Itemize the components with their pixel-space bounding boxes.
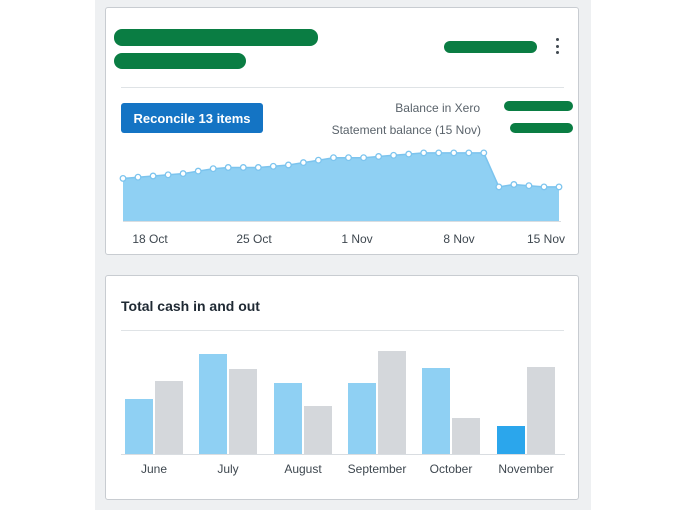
balance-point[interactable]	[254, 164, 262, 171]
bar-cash-in[interactable]	[274, 383, 302, 454]
x-tick-label: 25 Oct	[236, 232, 272, 246]
bar-cash-out[interactable]	[527, 367, 555, 454]
balance-point[interactable]	[465, 149, 473, 157]
bar-cash-out[interactable]	[229, 369, 257, 454]
balance-point[interactable]	[405, 150, 413, 158]
x-tick-label: 8 Nov	[443, 232, 474, 246]
bank-account-card: Reconcile 13 items Balance in Xero State…	[105, 7, 579, 255]
balance-point[interactable]	[525, 182, 533, 190]
balance-area-chart: 18 Oct 25 Oct 1 Nov 8 Nov 15 Nov	[119, 149, 565, 246]
balance-point[interactable]	[495, 183, 503, 191]
balance-point[interactable]	[330, 154, 337, 162]
bar-cash-out[interactable]	[378, 351, 406, 454]
balance-area	[123, 152, 559, 221]
balance-point[interactable]	[540, 183, 548, 191]
balance-point[interactable]	[149, 172, 157, 180]
bar-cash-in[interactable]	[497, 426, 525, 454]
balance-point[interactable]	[435, 149, 443, 157]
cash-in-out-card: Total cash in and out June July August Sept…	[105, 275, 579, 500]
balance-point[interactable]	[269, 162, 277, 170]
balance-point[interactable]	[375, 153, 383, 160]
month-label: August	[284, 462, 322, 476]
balance-point[interactable]	[239, 164, 247, 171]
x-tick-label: 18 Oct	[132, 232, 168, 246]
month-label: September	[348, 462, 407, 476]
bar-cash-out[interactable]	[452, 418, 480, 454]
balance-point[interactable]	[314, 156, 322, 164]
balance-point[interactable]	[224, 164, 232, 171]
bar-cash-in[interactable]	[348, 383, 376, 454]
bar-cash-in[interactable]	[125, 399, 153, 454]
balance-point[interactable]	[134, 173, 142, 181]
bar-cash-in[interactable]	[422, 368, 450, 454]
month-label: November	[498, 462, 553, 476]
balance-point[interactable]	[345, 154, 352, 162]
balance-point[interactable]	[555, 183, 563, 191]
x-tick-label: 15 Nov	[527, 232, 565, 246]
cash-bar-chart: June July August September October November	[121, 351, 565, 476]
balance-point[interactable]	[360, 154, 368, 162]
month-label: July	[217, 462, 238, 476]
balance-point[interactable]	[299, 159, 307, 167]
balance-point[interactable]	[420, 149, 428, 157]
balance-point[interactable]	[164, 171, 172, 179]
bar-cash-in[interactable]	[199, 354, 227, 454]
balance-point[interactable]	[209, 165, 217, 173]
balance-point[interactable]	[194, 167, 202, 175]
balance-point[interactable]	[510, 181, 518, 188]
bar-cash-out[interactable]	[155, 381, 183, 454]
balance-point[interactable]	[179, 170, 187, 178]
month-label: October	[430, 462, 473, 476]
bar-cash-out[interactable]	[304, 406, 332, 454]
x-tick-label: 1 Nov	[341, 232, 372, 246]
month-label: June	[141, 462, 167, 476]
balance-point[interactable]	[284, 161, 292, 169]
balance-point[interactable]	[119, 174, 127, 182]
balance-point[interactable]	[480, 149, 488, 157]
balance-point[interactable]	[390, 151, 398, 159]
balance-point[interactable]	[450, 149, 458, 157]
